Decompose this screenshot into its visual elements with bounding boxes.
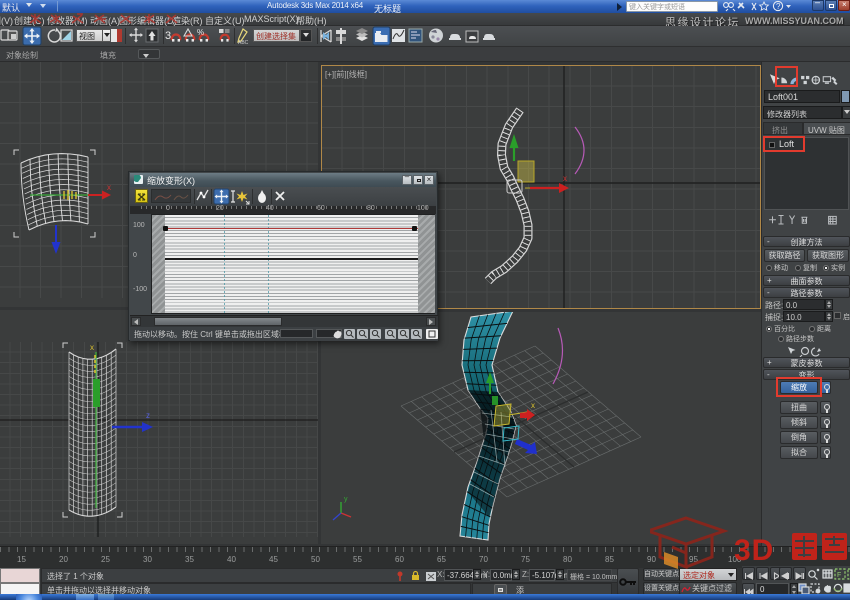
svg-text:?: ? bbox=[776, 2, 781, 11]
svg-text:[+][前][线框]: [+][前][线框] bbox=[325, 69, 367, 79]
svg-text:ABC: ABC bbox=[238, 40, 249, 46]
svg-text:%: % bbox=[197, 28, 204, 37]
svg-text:3D: 3D bbox=[734, 534, 774, 567]
svg-text:3: 3 bbox=[165, 30, 171, 42]
svg-text:x: x bbox=[563, 174, 567, 183]
svg-text:x: x bbox=[90, 343, 94, 352]
svg-text:x: x bbox=[531, 401, 535, 410]
svg-text:x: x bbox=[107, 183, 111, 192]
svg-text:z: z bbox=[146, 411, 150, 420]
svg-text:y: y bbox=[344, 496, 348, 503]
